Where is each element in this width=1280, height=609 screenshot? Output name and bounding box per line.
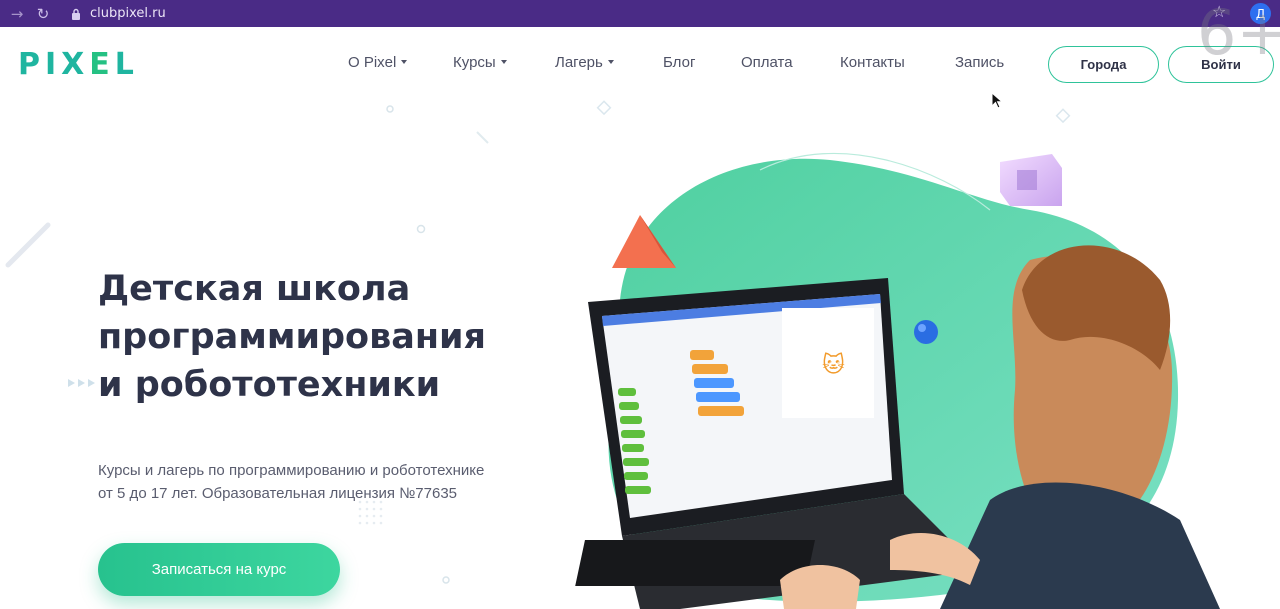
hero-title: Детская школа программирования и роботот… (98, 265, 578, 409)
nav-item-courses[interactable]: Курсы (453, 54, 507, 71)
forward-arrow-icon[interactable]: → (4, 0, 30, 27)
nav-item-camp[interactable]: Лагерь (555, 54, 614, 71)
nav-item-blog[interactable]: Блог (663, 54, 695, 71)
nav-item-label: О Pixel (348, 54, 397, 71)
browser-toolbar: → ↻ clubpixel.ru ☆ Д (0, 0, 1280, 27)
nav-item-label: Контакты (840, 54, 905, 71)
pixel-logo[interactable]: PIXEL (18, 47, 139, 82)
hero-subtitle: Курсы и лагерь по программированию и роб… (98, 459, 568, 505)
nav-item-label: Блог (663, 54, 696, 71)
nav-item-payment[interactable]: Оплата (741, 54, 793, 71)
hero-title-line: Детская школа (98, 269, 411, 309)
cube-shape (1000, 154, 1062, 206)
hero-title-line: и робототехники (98, 365, 441, 405)
enroll-course-button[interactable]: Записаться на курс (98, 543, 340, 596)
lock-icon[interactable] (70, 0, 82, 27)
nav-item-about[interactable]: О Pixel (348, 54, 408, 71)
caret-down-icon (500, 60, 507, 65)
caret-down-icon (607, 60, 614, 65)
cities-button[interactable]: Города (1048, 46, 1159, 83)
nav-item-enroll[interactable]: Запись (955, 54, 1004, 71)
nav-item-label: Курсы (453, 54, 496, 71)
hero-subtitle-line: от 5 до 17 лет. Образовательная лицензия… (98, 485, 458, 502)
reload-icon[interactable]: ↻ (30, 0, 56, 27)
hero-illustration: 🐱 (575, 152, 1220, 609)
mouse-cursor-icon (991, 92, 1003, 109)
age-rating-badge: 6+ (1197, 0, 1280, 69)
address-bar-url[interactable]: clubpixel.ru (90, 6, 166, 21)
logo-letter-e: E (89, 47, 115, 82)
hero-title-line: программирования (98, 317, 487, 357)
nav-item-label: Лагерь (555, 54, 603, 71)
caret-down-icon (401, 60, 408, 65)
nav-item-label: Запись (955, 54, 1005, 71)
hero-subtitle-line: Курсы и лагерь по программированию и роб… (98, 462, 485, 479)
nav-item-contacts[interactable]: Контакты (840, 54, 905, 71)
nav-item-label: Оплата (741, 54, 793, 71)
svg-text:🐱: 🐱 (822, 352, 845, 378)
